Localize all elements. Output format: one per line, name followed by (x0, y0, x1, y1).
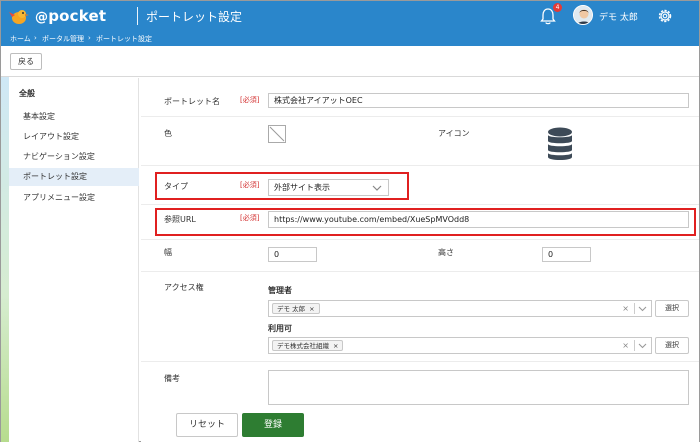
select-divider (634, 303, 635, 314)
breadcrumb-separator: › (34, 34, 37, 42)
row-divider (141, 271, 699, 272)
user-select[interactable]: デモ株式会社組織 × × (268, 337, 652, 354)
background-decoration (1, 77, 9, 442)
width-input[interactable]: 0 (268, 247, 317, 262)
user-label: 利用可 (268, 324, 292, 333)
tag-remove-button[interactable]: × (309, 305, 314, 313)
portlet-name-input[interactable]: 株式会社アイアットOEC (268, 93, 689, 108)
breadcrumb-home[interactable]: ホーム (10, 34, 31, 44)
admin-label: 管理者 (268, 286, 292, 295)
admin-tag-label: デモ 太郎 (277, 305, 306, 313)
header-divider (137, 7, 138, 25)
database-icon[interactable] (546, 127, 574, 161)
sidebar-item-portlet[interactable]: ポートレット設定 (9, 168, 139, 186)
sidebar-item-basic[interactable]: 基本設定 (9, 108, 139, 126)
sidebar-heading: 全般 (19, 89, 35, 98)
row-divider (141, 361, 699, 362)
type-select-value: 外部サイト表示 (274, 183, 330, 192)
reset-button[interactable]: リセット (176, 413, 238, 437)
row-divider (141, 204, 699, 205)
height-label: 高さ (438, 248, 454, 257)
user-name[interactable]: デモ 太郎 (599, 10, 638, 23)
icon-label: アイコン (438, 129, 470, 138)
row-divider (141, 116, 699, 117)
app-header: @pocket ポートレット設定 4 デモ 太郎 (1, 1, 699, 31)
type-select[interactable]: 外部サイト表示 (268, 179, 389, 196)
sidebar-item-layout[interactable]: レイアウト設定 (9, 128, 139, 146)
gear-icon[interactable] (656, 7, 674, 25)
required-mark: [必須] (240, 214, 260, 222)
width-label: 幅 (164, 248, 172, 257)
toolbar: 戻る (1, 46, 699, 77)
breadcrumb-separator: › (88, 34, 91, 42)
select-divider (634, 340, 635, 351)
user-tag-label: デモ株式会社組織 (277, 342, 329, 350)
breadcrumb: ホーム › ポータル管理 › ポートレット設定 (1, 31, 699, 46)
chevron-down-icon[interactable] (638, 341, 647, 350)
submit-button[interactable]: 登録 (242, 413, 304, 437)
logo-bird-icon[interactable] (9, 6, 29, 26)
row-divider (141, 165, 699, 166)
no-color-icon (269, 126, 285, 142)
color-label: 色 (164, 129, 172, 138)
admin-select[interactable]: デモ 太郎 × × (268, 300, 652, 317)
height-input[interactable]: 0 (542, 247, 591, 262)
admin-tag: デモ 太郎 × (272, 303, 320, 314)
app-logo-text[interactable]: @pocket (35, 7, 106, 25)
row-divider (141, 239, 699, 240)
chevron-down-icon[interactable] (638, 304, 647, 313)
portlet-name-label: ポートレット名 (164, 97, 220, 106)
notification-badge: 4 (553, 3, 562, 12)
logo-word: pocket (48, 7, 107, 25)
settings-sidebar: 全般 基本設定 レイアウト設定 ナビゲーション設定 ポートレット設定 アプリメニ… (9, 78, 139, 442)
avatar[interactable] (573, 5, 593, 25)
required-mark: [必須] (240, 181, 260, 189)
sidebar-item-appmenu[interactable]: アプリメニュー設定 (9, 189, 139, 207)
url-label: 参照URL (164, 215, 196, 224)
back-button[interactable]: 戻る (10, 53, 42, 70)
note-label: 備考 (164, 374, 180, 383)
clear-button[interactable]: × (622, 341, 629, 350)
breadcrumb-current: ポートレット設定 (96, 35, 152, 43)
page-title: ポートレット設定 (146, 10, 243, 24)
avatar-image (574, 6, 592, 24)
user-tag: デモ株式会社組織 × (272, 340, 344, 351)
access-label: アクセス権 (164, 283, 204, 292)
color-picker[interactable] (268, 125, 286, 143)
breadcrumb-portal[interactable]: ポータル管理 (42, 34, 84, 44)
required-mark: [必須] (240, 96, 260, 104)
logo-at: @ (35, 10, 49, 25)
type-label: タイプ (164, 182, 188, 191)
chevron-down-icon (372, 185, 382, 191)
user-select-button[interactable]: 選択 (655, 337, 689, 354)
tag-remove-button[interactable]: × (333, 342, 338, 350)
clear-button[interactable]: × (622, 304, 629, 313)
sidebar-item-navigation[interactable]: ナビゲーション設定 (9, 148, 139, 166)
admin-select-button[interactable]: 選択 (655, 300, 689, 317)
url-input[interactable]: https://www.youtube.com/embed/XueSpMVOdd… (268, 211, 689, 228)
note-textarea[interactable] (268, 370, 689, 405)
